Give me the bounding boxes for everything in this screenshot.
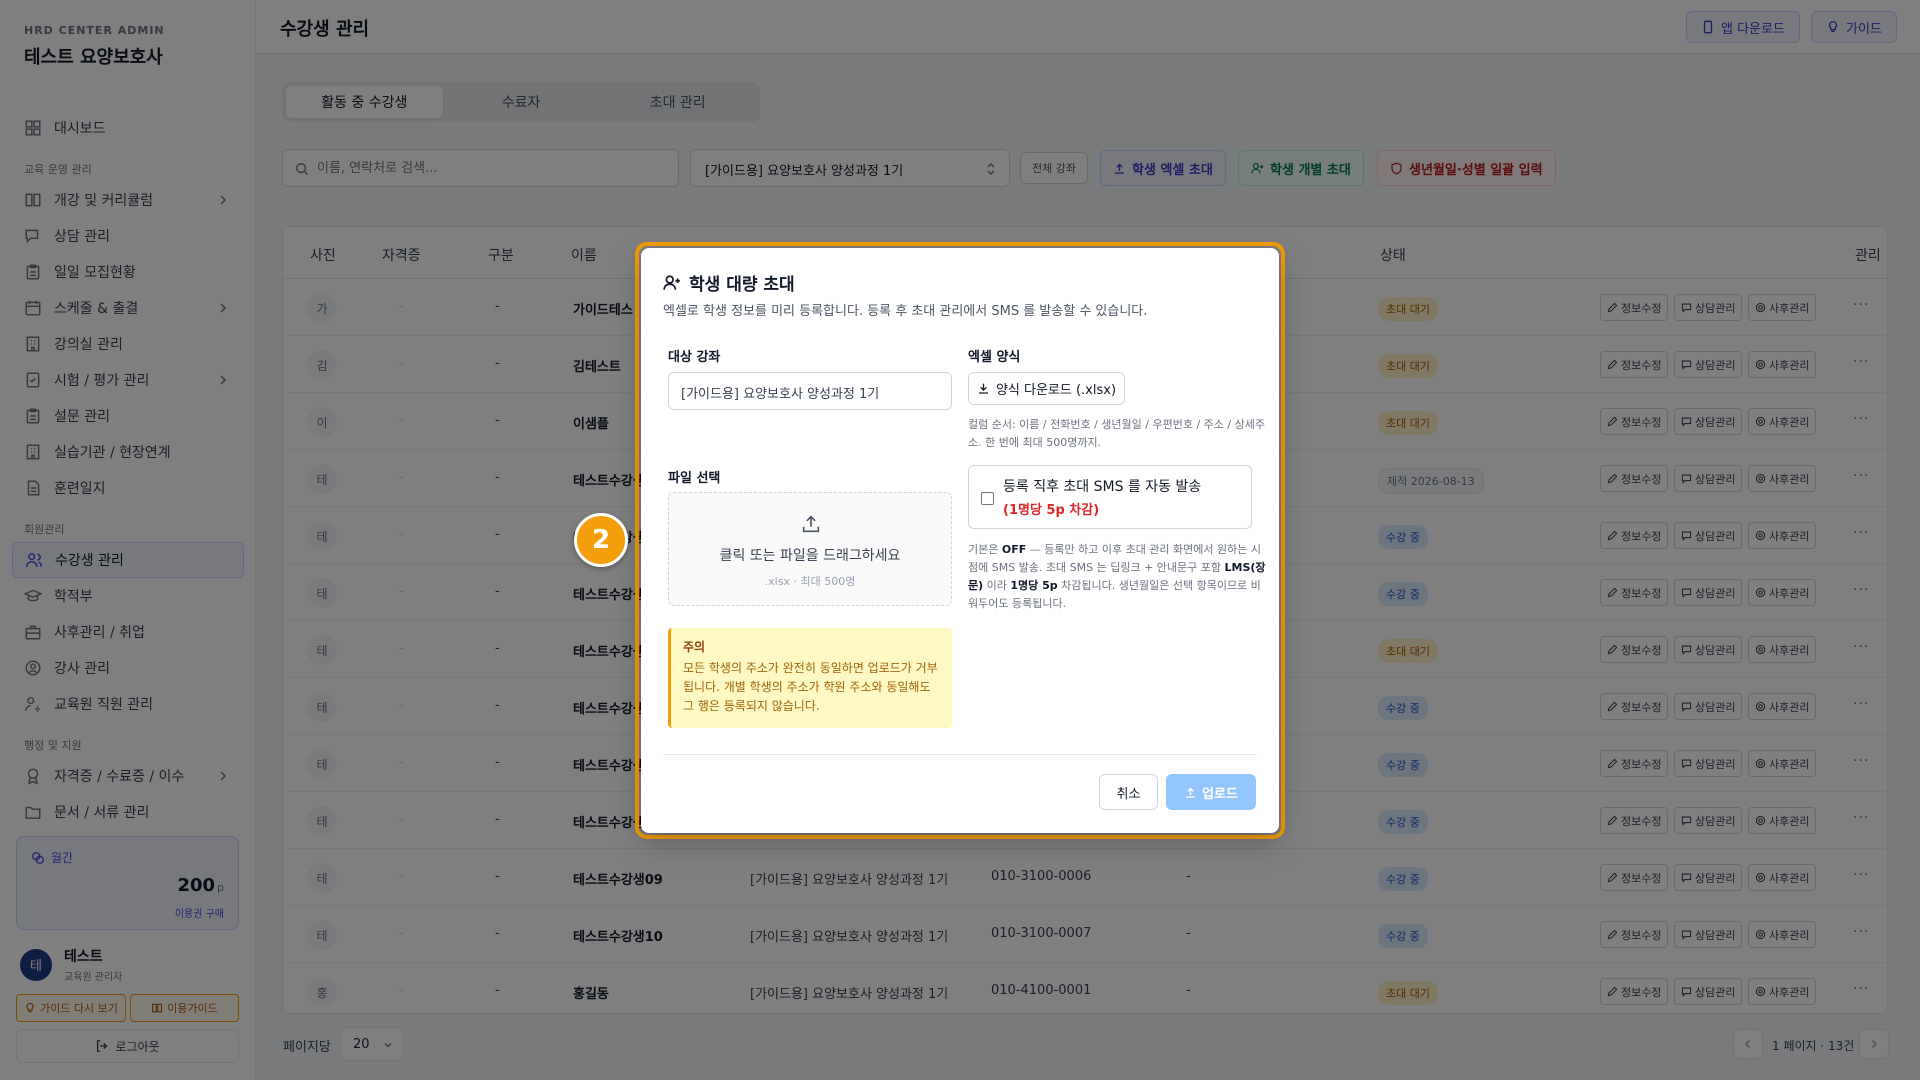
bulk-invite-modal: 학생 대량 초대 엑셀로 학생 정보를 미리 등록합니다. 등록 후 초대 관리… <box>641 248 1279 833</box>
upload-icon <box>802 515 820 533</box>
template-download-label: 양식 다운로드 (.xlsx) <box>995 383 1117 398</box>
download-icon <box>978 383 988 394</box>
template-download-button[interactable]: 양식 다운로드 (.xlsx) <box>968 372 1125 405</box>
modal-title: 학생 대량 초대 <box>663 270 795 295</box>
warning-title: 주의 <box>683 640 706 654</box>
cancel-button[interactable]: 취소 <box>1099 774 1158 810</box>
drop-zone-hint: .xlsx · 최대 500명 <box>764 575 856 588</box>
auto-sms-cost: (1명당 5p 차감) <box>1003 503 1100 518</box>
modal-title-text: 학생 대량 초대 <box>689 275 795 295</box>
sms-note-part: 기본은 <box>968 543 1002 556</box>
sms-note: 기본은 OFF — 등록만 하고 이후 초대 관리 화면에서 원하는 시점에 S… <box>968 541 1268 613</box>
modal-divider <box>663 754 1257 755</box>
column-order-hint: 컬럼 순서: 이름 / 전화번호 / 생년월일 / 우편번호 / 주소 / 상세… <box>968 418 1265 449</box>
target-course-label: 대상 강좌 <box>668 350 721 365</box>
sms-note-cost: 1명당 5p <box>1010 579 1058 592</box>
target-course-field[interactable]: [가이드용] 요양보호사 양성과정 1기 <box>668 372 952 410</box>
upload-button[interactable]: 업로드 <box>1166 774 1256 810</box>
auto-sms-label: 등록 직후 초대 SMS 를 자동 발송 <box>1003 479 1202 495</box>
file-select-label: 파일 선택 <box>668 471 721 486</box>
auto-sms-checkbox[interactable] <box>981 492 994 505</box>
upload-icon <box>1186 787 1196 798</box>
drop-zone-text: 클릭 또는 파일을 드래그하세요 <box>719 548 901 564</box>
modal-description: 엑셀로 학생 정보를 미리 등록합니다. 등록 후 초대 관리에서 SMS 를 … <box>663 304 1148 319</box>
sms-note-off: OFF <box>1001 543 1027 556</box>
auto-sms-option: 등록 직후 초대 SMS 를 자동 발송 (1명당 5p 차감) <box>968 465 1252 529</box>
sms-note-part: 이라 <box>983 579 1011 592</box>
file-drop-zone[interactable]: 클릭 또는 파일을 드래그하세요 .xlsx · 최대 500명 <box>668 492 952 606</box>
warning-text: 모든 학생의 주소가 완전히 동일하면 업로드가 거부됩니다. 개별 학생의 주… <box>683 661 938 713</box>
step-badge: 2 <box>574 513 628 567</box>
user-plus-icon <box>663 274 680 290</box>
warning-box: 주의 모든 학생의 주소가 완전히 동일하면 업로드가 거부됩니다. 개별 학생… <box>668 628 952 728</box>
excel-template-label: 엑셀 양식 <box>968 350 1021 365</box>
upload-label: 업로드 <box>1202 786 1238 802</box>
